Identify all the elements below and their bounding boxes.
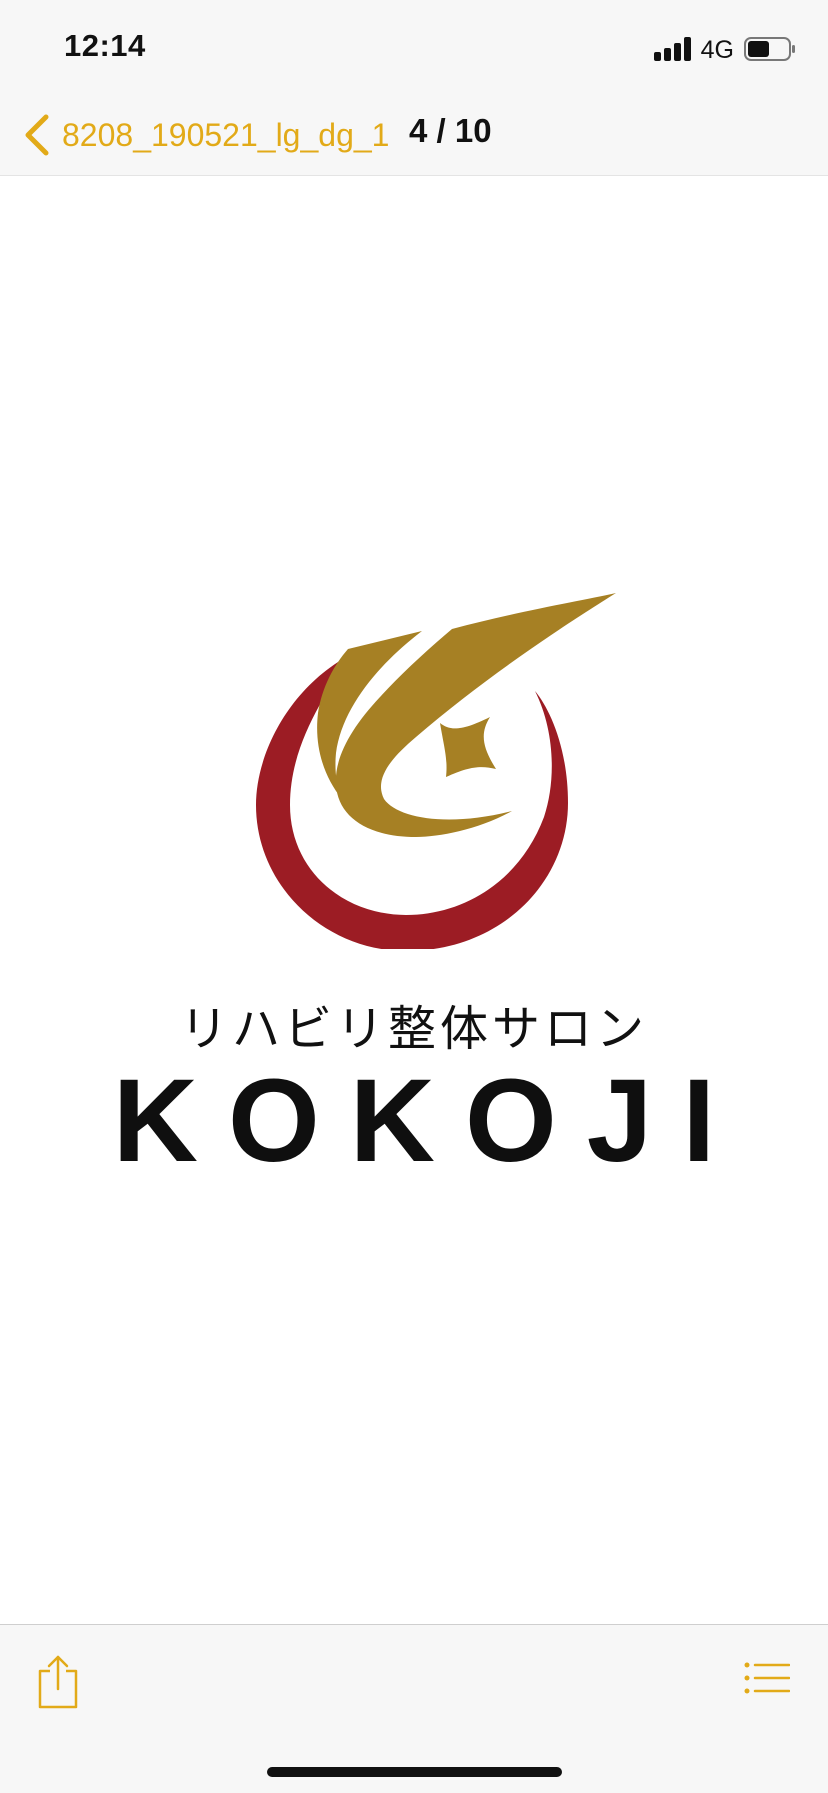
back-button-label: 8208_190521_lg_dg_1 — [62, 116, 390, 153]
list-icon[interactable] — [744, 1661, 790, 1695]
navigation-bar: 8208_190521_lg_dg_1 4 / 10 — [0, 96, 828, 174]
logo-wordmark: KOKOJI — [112, 1055, 746, 1187]
signal-icon — [653, 37, 691, 61]
logo-star — [440, 717, 496, 777]
bottom-toolbar — [0, 1624, 828, 1793]
chevron-left-icon — [25, 114, 49, 156]
share-icon[interactable] — [36, 1653, 80, 1711]
status-bar: 12:14 4G — [0, 0, 828, 96]
status-indicators: 4G — [653, 34, 796, 64]
logo-gold-swoosh — [335, 593, 616, 837]
logo-mark — [256, 593, 616, 949]
home-indicator[interactable] — [267, 1767, 562, 1777]
network-label: 4G — [700, 35, 734, 64]
page-counter: 4 / 10 — [409, 112, 492, 149]
back-button[interactable]: 8208_190521_lg_dg_1 — [22, 110, 389, 160]
battery-icon — [744, 37, 795, 61]
top-bar: 12:14 4G 8208_190521_lg_dg_1 4 / 10 — [0, 0, 828, 176]
logo-subtitle: リハビリ整体サロン — [179, 1001, 648, 1057]
document-page: リハビリ整体サロン KOKOJI — [0, 176, 828, 1624]
status-time: 12:14 — [64, 28, 146, 63]
